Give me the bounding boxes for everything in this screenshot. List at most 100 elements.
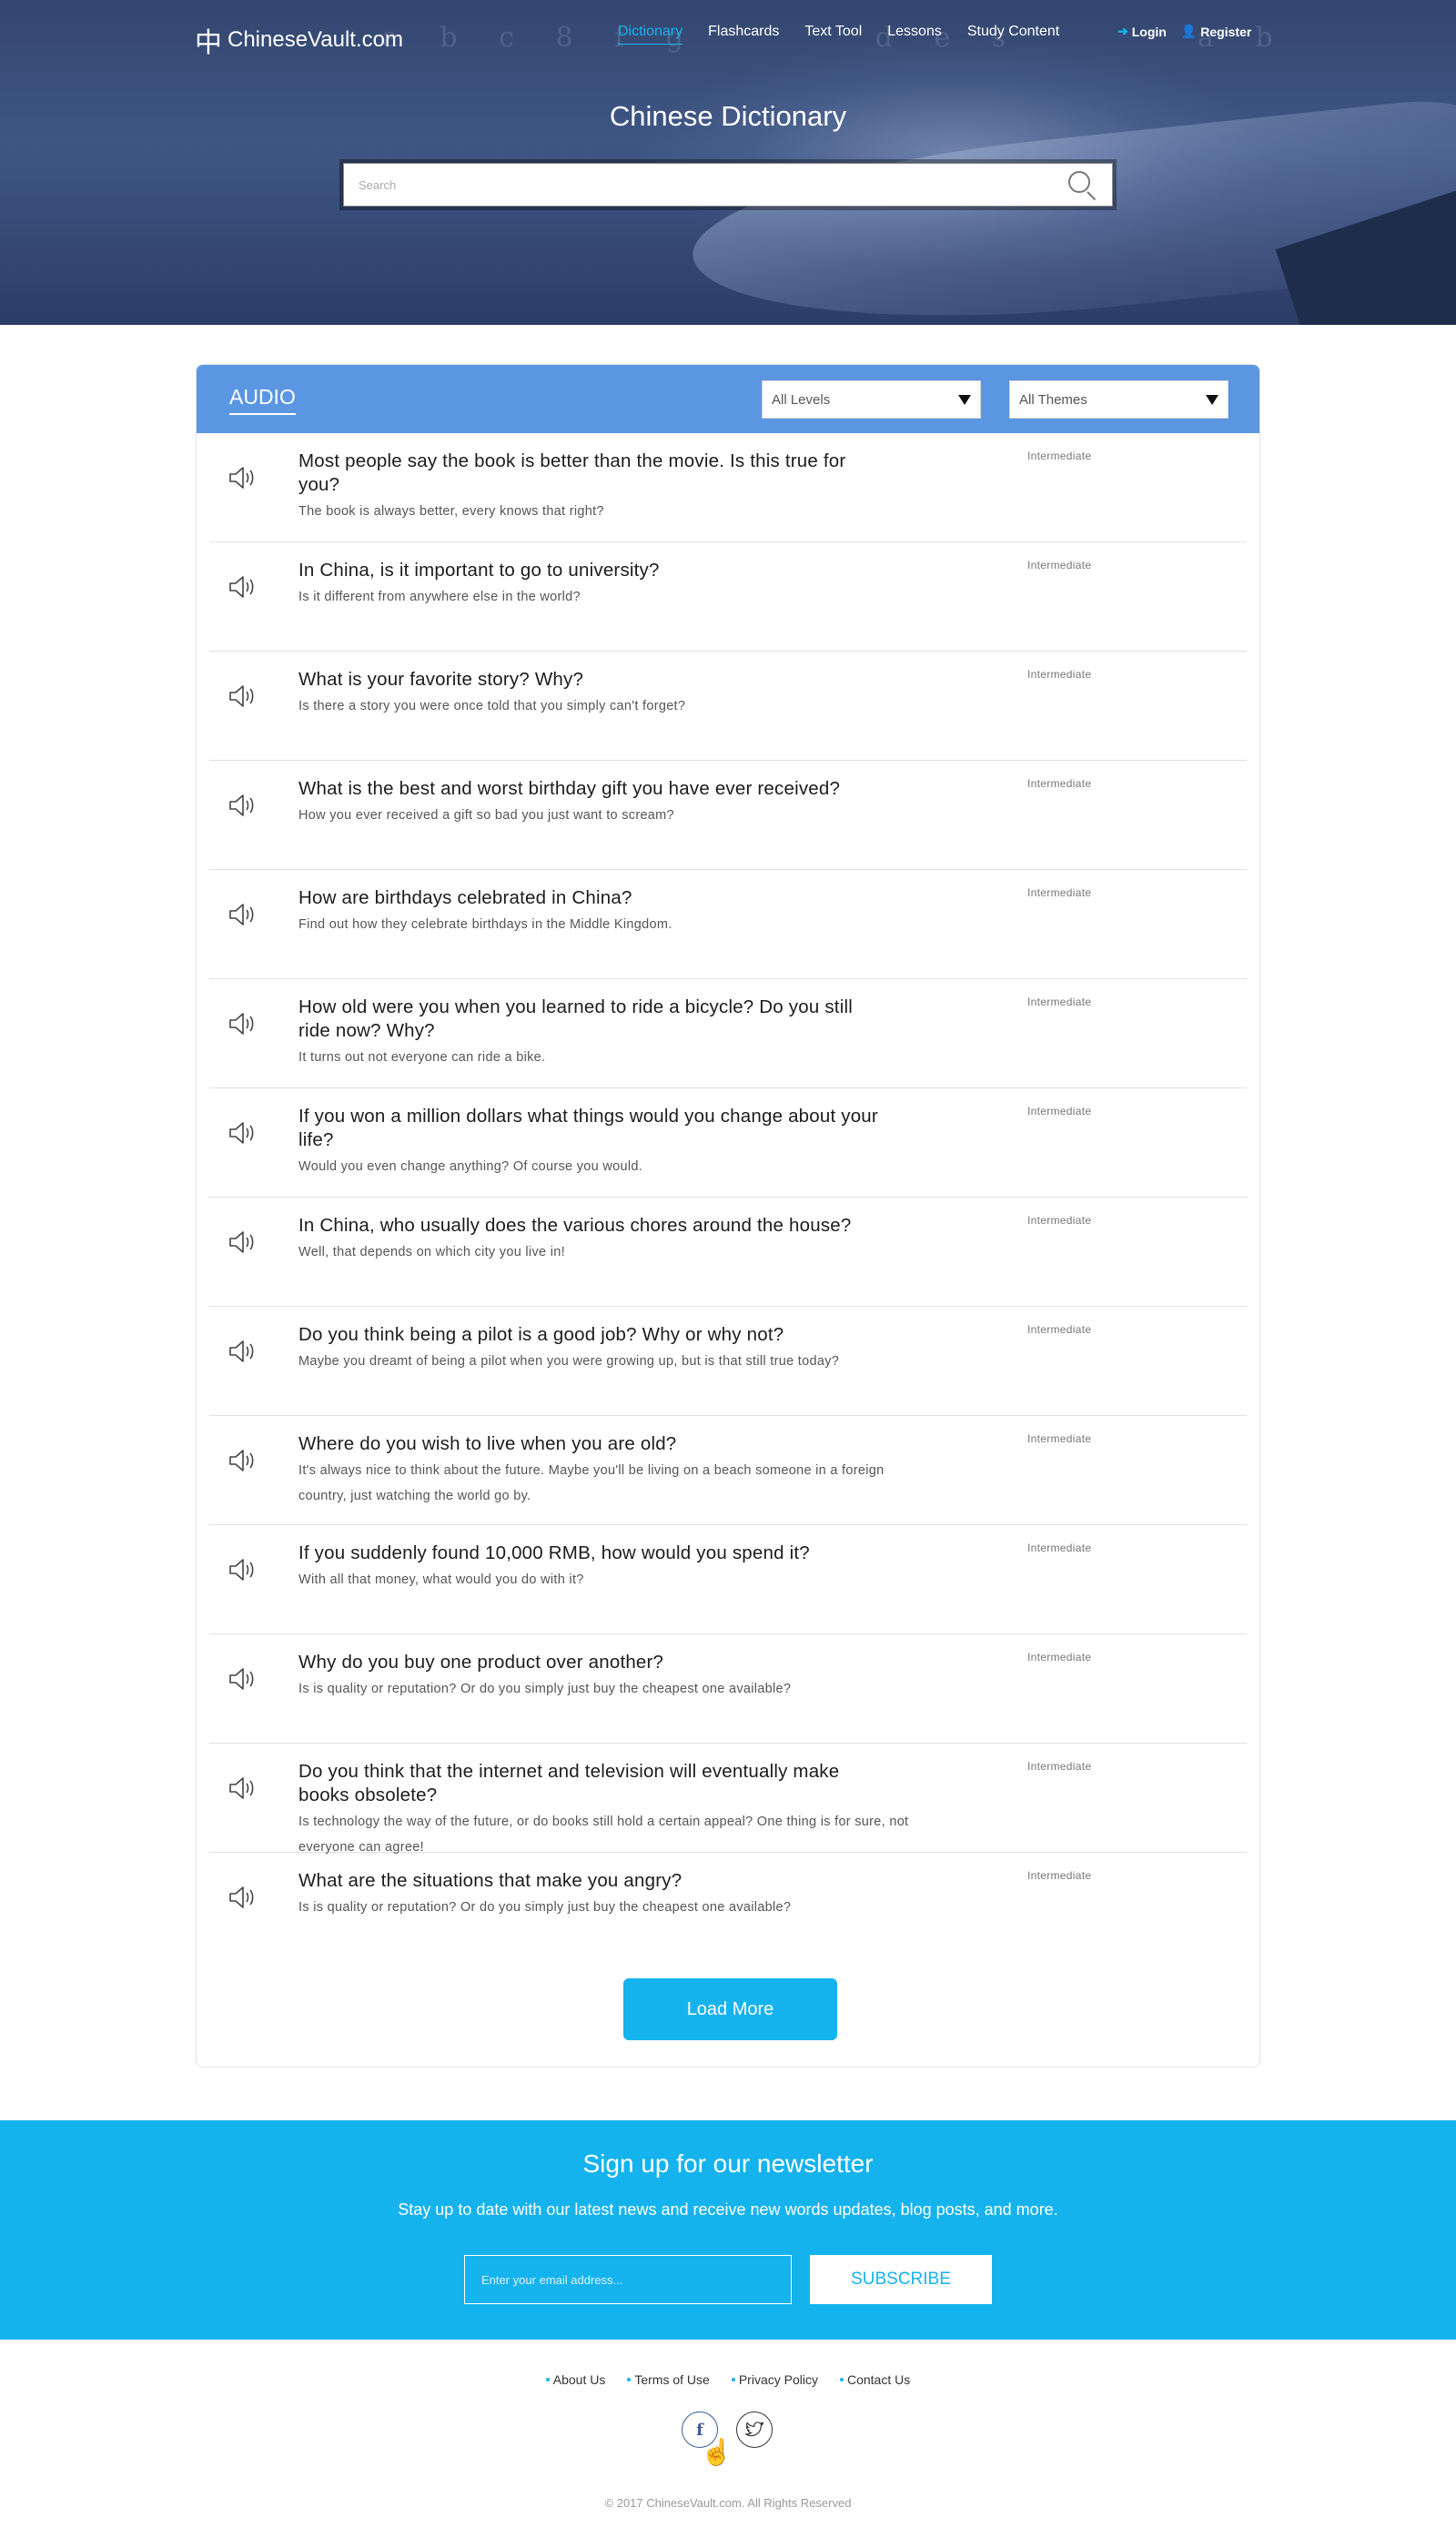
nav-link-study-content[interactable]: Study Content <box>967 24 1059 45</box>
audio-item-subtitle: Well, that depends on which city you liv… <box>298 1245 565 1259</box>
audio-list-item[interactable]: Most people say the book is better than … <box>209 433 1247 542</box>
themes-dropdown[interactable]: All Themes <box>1009 380 1228 419</box>
footer-link-terms[interactable]: Terms of Use <box>627 2372 710 2387</box>
audio-item-title[interactable]: Most people say the book is better than … <box>298 450 881 497</box>
audio-item-subtitle: Is is quality or reputation? Or do you s… <box>298 1682 792 1696</box>
speaker-icon[interactable] <box>228 682 260 710</box>
auth-links: ➜ Login 👤 Register <box>1117 24 1266 39</box>
login-icon: ➜ <box>1117 24 1128 38</box>
audio-item-level: Intermediate <box>1027 886 1092 899</box>
logo-mark: 中 <box>195 27 222 59</box>
register-link[interactable]: 👤 Register <box>1181 24 1251 39</box>
twitter-icon[interactable] <box>736 2412 773 2448</box>
speaker-icon[interactable] <box>228 464 260 491</box>
audio-item-level: Intermediate <box>1027 996 1092 1008</box>
login-label: Login <box>1131 24 1167 39</box>
audio-item-level: Intermediate <box>1027 668 1092 681</box>
caret-down-icon <box>1206 394 1218 405</box>
audio-list-item[interactable]: How are birthdays celebrated in China? Fi… <box>209 870 1247 979</box>
audio-item-subtitle: Maybe you dreamt of being a pilot when y… <box>298 1354 840 1369</box>
newsletter-email-input[interactable] <box>464 2255 792 2304</box>
speaker-icon[interactable] <box>228 573 260 601</box>
footer-link-privacy[interactable]: Privacy Policy <box>731 2372 818 2387</box>
audio-list-item[interactable]: If you suddenly found 10,000 RMB, how wo… <box>209 1525 1247 1634</box>
audio-list-item[interactable]: What are the situations that make you an… <box>209 1853 1247 1962</box>
nav-link-flashcards[interactable]: Flashcards <box>708 24 779 45</box>
audio-item-title[interactable]: If you won a million dollars what things… <box>298 1105 881 1152</box>
audio-item-title[interactable]: What is the best and worst birthday gift… <box>298 777 881 801</box>
audio-item-subtitle: With all that money, what would you do w… <box>298 1572 584 1587</box>
audio-item-level: Intermediate <box>1027 450 1092 462</box>
audio-list-item[interactable]: What is your favorite story? Why? Is ther… <box>209 652 1247 761</box>
audio-item-subtitle: How you ever received a gift so bad you … <box>298 808 674 823</box>
newsletter-title: Sign up for our newsletter <box>582 2149 874 2178</box>
audio-list-item[interactable]: In China, is it important to go to unive… <box>209 542 1247 652</box>
login-link[interactable]: ➜ Login <box>1117 24 1167 39</box>
audio-item-level: Intermediate <box>1027 1323 1092 1336</box>
audio-item-level: Intermediate <box>1027 1432 1092 1445</box>
levels-dropdown[interactable]: All Levels <box>762 380 981 419</box>
audio-item-subtitle: Would you even change anything? Of cours… <box>298 1159 643 1174</box>
audio-item-title[interactable]: What is your favorite story? Why? <box>298 668 881 692</box>
audio-item-title[interactable]: In China, is it important to go to unive… <box>298 559 881 582</box>
audio-list-item[interactable]: What is the best and worst birthday gift… <box>209 761 1247 870</box>
footer-links: About Us Terms of Use Privacy Policy Con… <box>0 2372 1456 2387</box>
caret-down-icon <box>958 394 971 405</box>
audio-list-item[interactable]: If you won a million dollars what things… <box>209 1088 1247 1198</box>
top-nav: 中 ChineseVault.com Dictionary Flashcards… <box>0 0 1456 66</box>
footer-link-contact[interactable]: Contact Us <box>839 2372 911 2387</box>
speaker-icon[interactable] <box>228 1665 260 1693</box>
audio-item-title[interactable]: How old were you when you learned to rid… <box>298 996 881 1043</box>
audio-list-item[interactable]: Where do you wish to live when you are o… <box>209 1416 1247 1525</box>
footer-link-label: About Us <box>552 2372 606 2387</box>
hero-banner: a b c 8 f g d e s a b 中 ChineseVault.com… <box>0 0 1456 325</box>
search-icon[interactable] <box>1067 169 1097 201</box>
levels-dropdown-label: All Levels <box>772 391 831 408</box>
user-plus-icon: 👤 <box>1180 24 1198 38</box>
speaker-icon[interactable] <box>228 1884 260 1911</box>
nav-link-dictionary[interactable]: Dictionary <box>618 24 683 45</box>
speaker-icon[interactable] <box>228 792 260 819</box>
nav-link-lessons[interactable]: Lessons <box>887 24 942 45</box>
audio-item-title[interactable]: Do you think that the internet and telev… <box>298 1760 881 1807</box>
audio-list-item[interactable]: Do you think being a pilot is a good job… <box>209 1307 1247 1416</box>
speaker-icon[interactable] <box>228 1338 260 1365</box>
audio-item-title[interactable]: If you suddenly found 10,000 RMB, how wo… <box>298 1542 881 1565</box>
audio-item-level: Intermediate <box>1027 1869 1092 1882</box>
footer-link-about[interactable]: About Us <box>545 2372 606 2387</box>
audio-item-level: Intermediate <box>1027 559 1092 571</box>
audio-card-header: AUDIO All Levels All Themes <box>197 365 1259 433</box>
audio-list-item[interactable]: In China, who usually does the various c… <box>209 1198 1247 1307</box>
speaker-icon[interactable] <box>228 1228 260 1256</box>
speaker-icon[interactable] <box>228 901 260 928</box>
audio-list-item[interactable]: Do you think that the internet and telev… <box>209 1744 1247 1855</box>
audio-item-subtitle: Is is quality or reputation? Or do you s… <box>298 1900 792 1915</box>
audio-item-level: Intermediate <box>1027 1105 1092 1117</box>
audio-item-title[interactable]: In China, who usually does the various c… <box>298 1214 881 1238</box>
speaker-icon[interactable] <box>228 1556 260 1583</box>
speaker-icon[interactable] <box>228 1774 260 1802</box>
search-inner <box>343 163 1113 207</box>
hand-cursor-icon: ☝ <box>701 2438 733 2466</box>
nav-link-text-tool[interactable]: Text Tool <box>804 24 862 45</box>
footer-link-label: Privacy Policy <box>738 2372 818 2387</box>
audio-list-item[interactable]: Why do you buy one product over another?… <box>209 1634 1247 1744</box>
search-input[interactable] <box>359 177 1067 192</box>
audio-item-title[interactable]: What are the situations that make you an… <box>298 1869 881 1893</box>
audio-item-title[interactable]: Why do you buy one product over another? <box>298 1651 881 1674</box>
audio-item-level: Intermediate <box>1027 1214 1092 1227</box>
load-more-button[interactable]: Load More <box>623 1978 837 2040</box>
audio-list-item[interactable]: How old were you when you learned to rid… <box>209 979 1247 1088</box>
audio-item-subtitle: The book is always better, every knows t… <box>298 504 604 519</box>
audio-item-level: Intermediate <box>1027 777 1092 790</box>
speaker-icon[interactable] <box>228 1447 260 1474</box>
audio-item-title[interactable]: Where do you wish to live when you are o… <box>298 1432 881 1456</box>
subscribe-button[interactable]: SUBSCRIBE <box>810 2255 992 2304</box>
speaker-icon[interactable] <box>228 1010 260 1037</box>
site-logo[interactable]: 中 ChineseVault.com <box>195 20 403 60</box>
audio-item-title[interactable]: How are birthdays celebrated in China? <box>298 886 881 910</box>
speaker-icon[interactable] <box>228 1119 260 1147</box>
footer-link-label: Contact Us <box>846 2372 911 2387</box>
audio-item-title[interactable]: Do you think being a pilot is a good job… <box>298 1323 881 1347</box>
audio-item-subtitle: Is there a story you were once told that… <box>298 699 686 713</box>
